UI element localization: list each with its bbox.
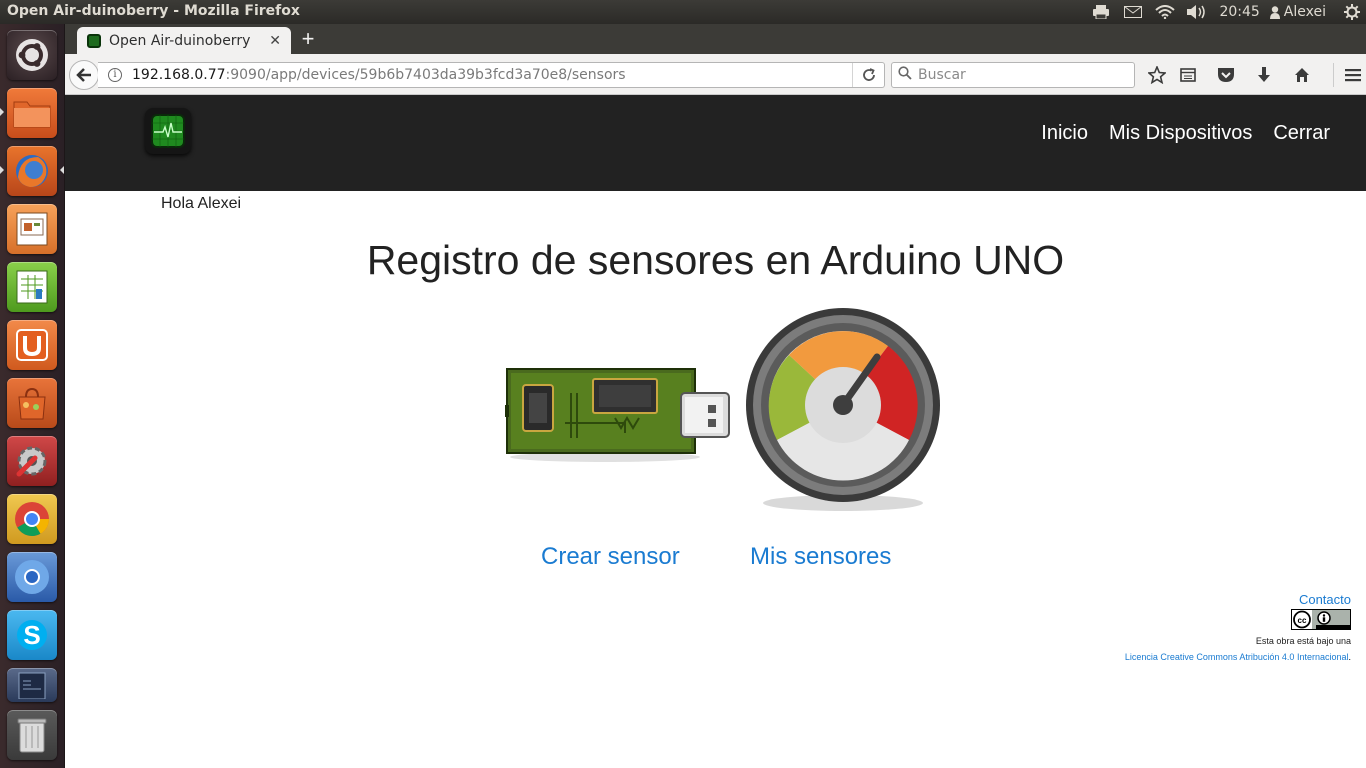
launcher-chromium[interactable]	[7, 552, 57, 602]
downloads-icon[interactable]	[1252, 63, 1276, 87]
footer: Contacto cc Esta obra está bajo una Lice…	[1125, 592, 1351, 662]
trash-icon	[17, 718, 47, 753]
reload-button[interactable]	[852, 63, 884, 87]
site-info-icon[interactable]: i	[108, 68, 122, 82]
launcher-files[interactable]	[7, 88, 57, 138]
tab-bar: Open Air-duinoberry ✕ +	[65, 24, 1366, 54]
crear-sensor-link[interactable]: Crear sensor	[541, 543, 680, 571]
new-tab-button[interactable]: +	[297, 28, 319, 50]
back-button[interactable]	[69, 60, 99, 90]
top-panel: Open Air-duinoberry - Mozilla Firefox 20…	[0, 0, 1366, 24]
navigation-toolbar: i 192.168.0.77:9090/app/devices/59b6b740…	[65, 54, 1366, 95]
page-title: Registro de sensores en Arduino UNO	[366, 237, 1065, 283]
creative-commons-badge[interactable]: cc	[1291, 609, 1351, 630]
site-nav: Inicio Mis Dispositivos Cerrar	[1041, 122, 1330, 145]
window-title: Open Air-duinoberry - Mozilla Firefox	[7, 3, 300, 19]
ubuntu-logo-icon	[16, 39, 48, 71]
nav-cerrar-link[interactable]: Cerrar	[1273, 122, 1330, 145]
launcher-running-indicator	[0, 108, 4, 116]
launcher-firefox[interactable]	[7, 146, 57, 196]
ubuntu-dash-button[interactable]	[7, 30, 57, 80]
url-host: 192.168.0.77	[132, 67, 226, 83]
spreadsheet-icon	[16, 270, 48, 304]
launcher-focused-indicator	[60, 166, 64, 174]
site-header: Inicio Mis Dispositivos Cerrar	[65, 95, 1366, 191]
contacto-link[interactable]: Contacto	[1125, 592, 1351, 607]
bookmark-star-icon[interactable]	[1145, 63, 1169, 87]
url-path: :9090/app/devices/59b6b7403da39b3fcd3a70…	[225, 67, 626, 83]
ubuntu-one-icon	[16, 329, 48, 361]
launcher-calc[interactable]	[7, 262, 57, 312]
gauge-image[interactable]	[743, 305, 943, 520]
launcher-running-indicator	[0, 166, 4, 174]
launcher-ubuntu-one[interactable]	[7, 320, 57, 370]
skype-icon: S	[17, 620, 47, 650]
launcher-system-settings[interactable]	[7, 436, 57, 486]
printer-icon[interactable]	[1085, 0, 1117, 24]
search-bar[interactable]: Buscar	[891, 62, 1135, 88]
user-icon	[1269, 5, 1280, 19]
reload-icon	[862, 68, 875, 81]
nav-inicio-link[interactable]: Inicio	[1041, 122, 1088, 145]
user-menu[interactable]: Alexei	[1269, 4, 1338, 20]
license-link[interactable]: Licencia Creative Commons Atribución 4.0…	[1125, 652, 1349, 662]
greeting-text: Hola Alexei	[161, 195, 242, 212]
search-placeholder: Buscar	[918, 67, 966, 83]
menu-hamburger-icon[interactable]	[1333, 63, 1365, 87]
firefox-icon	[16, 155, 48, 187]
launcher-trash[interactable]	[7, 710, 57, 760]
launcher-skype[interactable]: S	[7, 610, 57, 660]
svg-text:cc: cc	[1298, 616, 1307, 625]
chrome-icon	[15, 502, 49, 536]
launcher-writer[interactable]	[7, 668, 57, 702]
pocket-icon[interactable]	[1214, 63, 1238, 87]
mis-sensores-link[interactable]: Mis sensores	[750, 543, 891, 571]
user-name-label: Alexei	[1283, 4, 1326, 20]
url-bar[interactable]: i 192.168.0.77:9090/app/devices/59b6b740…	[98, 62, 885, 88]
wifi-icon[interactable]	[1149, 0, 1181, 24]
launcher: S	[0, 24, 65, 768]
chromium-icon	[15, 560, 49, 594]
presentation-icon	[16, 212, 48, 246]
mail-icon[interactable]	[1117, 0, 1149, 24]
nav-mis-dispositivos-link[interactable]: Mis Dispositivos	[1109, 122, 1252, 145]
launcher-software-center[interactable]	[7, 378, 57, 428]
license-period: .	[1348, 652, 1351, 662]
back-arrow-icon	[76, 68, 91, 82]
site-logo[interactable]	[145, 108, 191, 154]
license-text: Esta obra está bajo una	[1255, 636, 1351, 646]
favicon-icon	[87, 33, 101, 48]
settings-gear-icon[interactable]	[1338, 0, 1366, 24]
document-icon	[18, 672, 46, 699]
panel-indicators: 20:45 Alexei	[1085, 0, 1366, 24]
reading-list-icon[interactable]	[1176, 63, 1200, 87]
shopping-bag-icon	[18, 387, 46, 420]
arduino-board-image[interactable]	[505, 363, 731, 468]
wrench-gear-icon	[16, 446, 47, 477]
tab-open-air-duinoberry[interactable]: Open Air-duinoberry ✕	[77, 27, 291, 54]
home-icon[interactable]	[1290, 63, 1314, 87]
web-page: Inicio Mis Dispositivos Cerrar Hola Alex…	[65, 95, 1366, 768]
folder-icon	[13, 101, 51, 128]
close-tab-icon[interactable]: ✕	[269, 32, 281, 49]
launcher-impress[interactable]	[7, 204, 57, 254]
heartbeat-monitor-icon	[151, 114, 185, 148]
license-line: Licencia Creative Commons Atribución 4.0…	[1125, 652, 1351, 662]
svg-text:S: S	[23, 620, 40, 650]
clock[interactable]: 20:45	[1213, 4, 1269, 20]
launcher-chrome[interactable]	[7, 494, 57, 544]
volume-icon[interactable]	[1181, 0, 1213, 24]
tab-title: Open Air-duinoberry	[109, 32, 251, 49]
search-icon	[898, 66, 912, 84]
